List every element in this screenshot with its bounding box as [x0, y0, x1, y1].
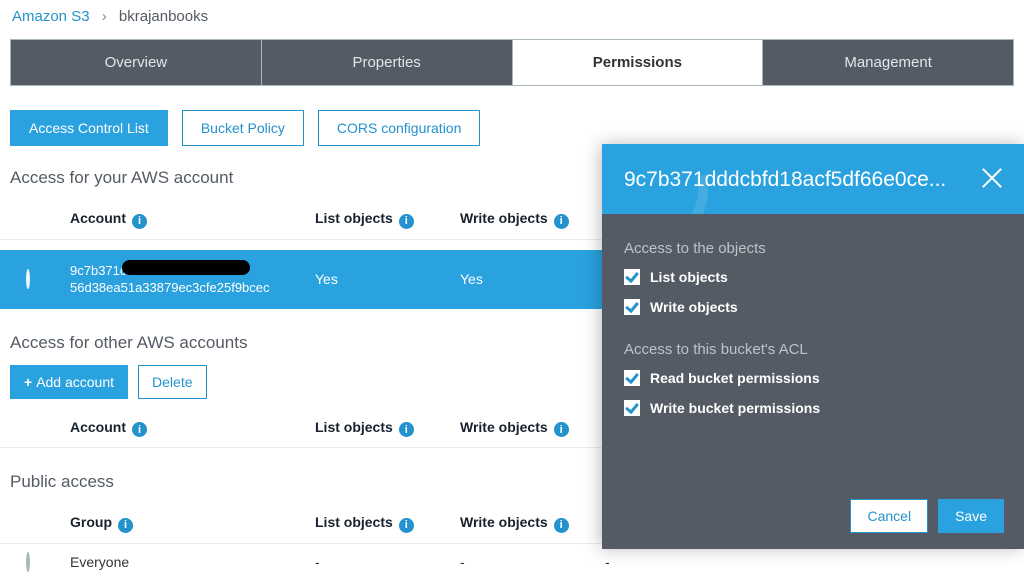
tab-overview[interactable]: Overview	[11, 40, 262, 85]
cell-write: -	[460, 554, 605, 570]
info-icon[interactable]: i	[399, 518, 414, 533]
info-icon[interactable]: i	[118, 518, 133, 533]
col-list: List objects	[315, 210, 393, 226]
col-list: List objects	[315, 419, 393, 435]
delete-button[interactable]: Delete	[138, 365, 206, 399]
col-group: Group	[70, 514, 112, 530]
checkbox-read-perms[interactable]: Read bucket permissions	[624, 370, 1002, 386]
panel-header: 9c7b371dddcbfd18acf5df66e0ce...	[602, 144, 1024, 214]
panel-section-acl: Access to this bucket's ACL	[624, 341, 1002, 358]
info-icon[interactable]: i	[132, 422, 147, 437]
cell-list: Yes	[315, 271, 460, 287]
col-write: Write objects	[460, 419, 548, 435]
breadcrumb-current: bkrajanbooks	[119, 8, 208, 25]
cell-readacl: -	[605, 554, 705, 570]
add-account-button[interactable]: +Add account	[10, 365, 128, 399]
checkbox-write-objects[interactable]: Write objects	[624, 299, 1002, 315]
chevron-right-icon: ›	[102, 8, 107, 25]
subtab-policy[interactable]: Bucket Policy	[182, 110, 304, 146]
info-icon[interactable]: i	[132, 214, 147, 229]
col-account: Account	[70, 210, 126, 226]
subtab-cors[interactable]: CORS configuration	[318, 110, 481, 146]
cell-group: Everyone	[70, 554, 315, 570]
radio-icon[interactable]	[26, 552, 30, 572]
account-id-line2: 56d38ea51a33879ec3cfe25f9bcec	[70, 280, 270, 295]
panel-body: Access to the objects List objects Write…	[602, 214, 1024, 440]
cancel-button[interactable]: Cancel	[850, 499, 928, 533]
save-button[interactable]: Save	[938, 499, 1004, 533]
cell-list: -	[315, 554, 460, 570]
radio-icon[interactable]	[26, 269, 30, 289]
col-account: Account	[70, 419, 126, 435]
checkbox-icon[interactable]	[624, 370, 640, 386]
col-list: List objects	[315, 514, 393, 530]
acl-edit-panel: 9c7b371dddcbfd18acf5df66e0ce... Access t…	[602, 144, 1024, 549]
col-write: Write objects	[460, 210, 548, 226]
panel-title: 9c7b371dddcbfd18acf5df66e0ce...	[624, 168, 946, 191]
cell-write: Yes	[460, 271, 605, 287]
breadcrumb: Amazon S3 › bkrajanbooks	[0, 0, 1024, 39]
tab-permissions[interactable]: Permissions	[513, 40, 764, 85]
info-icon[interactable]: i	[554, 518, 569, 533]
subtab-acl[interactable]: Access Control List	[10, 110, 168, 146]
tab-properties[interactable]: Properties	[262, 40, 513, 85]
info-icon[interactable]: i	[399, 422, 414, 437]
col-write: Write objects	[460, 514, 548, 530]
redaction-mark	[122, 260, 250, 275]
tab-management[interactable]: Management	[763, 40, 1013, 85]
close-icon[interactable]	[980, 166, 1004, 190]
plus-icon: +	[24, 374, 32, 390]
info-icon[interactable]: i	[554, 214, 569, 229]
panel-section-objects: Access to the objects	[624, 240, 1002, 257]
checkbox-icon[interactable]	[624, 299, 640, 315]
checkbox-write-perms[interactable]: Write bucket permissions	[624, 400, 1002, 416]
checkbox-list-objects[interactable]: List objects	[624, 269, 1002, 285]
info-icon[interactable]: i	[554, 422, 569, 437]
info-icon[interactable]: i	[399, 214, 414, 229]
checkbox-icon[interactable]	[624, 269, 640, 285]
checkbox-icon[interactable]	[624, 400, 640, 416]
tab-bar: Overview Properties Permissions Manageme…	[10, 39, 1014, 86]
breadcrumb-root[interactable]: Amazon S3	[12, 8, 90, 25]
panel-footer: Cancel Save	[850, 499, 1004, 533]
